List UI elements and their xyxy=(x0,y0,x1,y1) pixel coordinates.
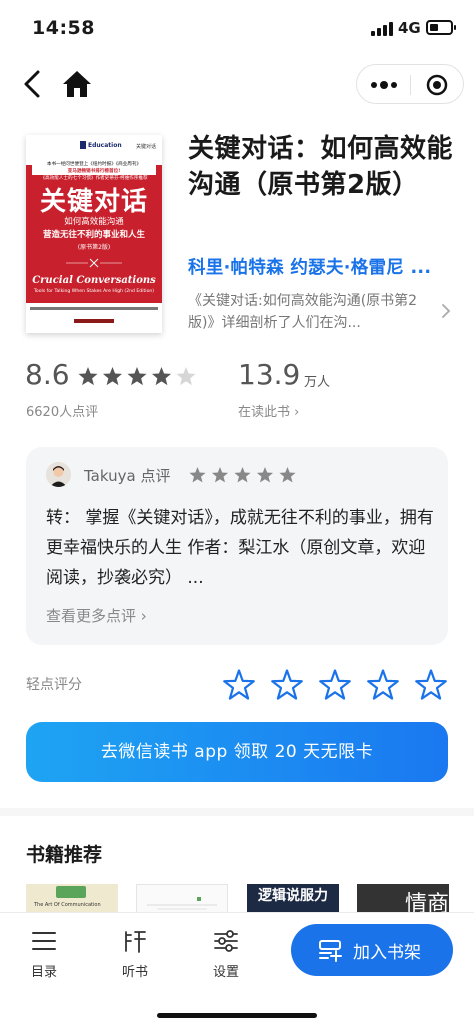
cover-subtitle-2: 营造无往不利的事业和人生 xyxy=(42,230,145,240)
cover-tag: 关键对话 xyxy=(135,144,156,150)
cover-subtitle-1: 如何高效能沟通 xyxy=(64,217,124,227)
rating-count: 6620人点评 xyxy=(26,405,99,420)
recommend-book-4[interactable]: 情商 xyxy=(357,884,449,914)
more-button[interactable] xyxy=(357,65,410,105)
cover-authors-line xyxy=(30,307,158,310)
recommend-book-4-label: 情商 xyxy=(405,892,449,914)
back-button[interactable] xyxy=(20,68,48,100)
tab-listen[interactable]: 听书 xyxy=(108,927,162,989)
tab-catalog-label: 目录 xyxy=(30,965,57,980)
settings-icon xyxy=(214,930,238,952)
rating-stars xyxy=(78,367,196,386)
star-icon xyxy=(234,467,251,483)
recommend-book-3-label: 逻辑说服力 xyxy=(258,888,328,904)
publisher-logo-icon xyxy=(80,141,86,149)
star-icon xyxy=(78,367,98,386)
home-icon xyxy=(63,71,91,97)
cover-blurb-2: 亚马逊畅销书排行榜首位! xyxy=(32,168,156,175)
add-to-shelf-button[interactable]: 加入书架 xyxy=(291,924,453,976)
star-icon xyxy=(102,367,123,386)
star-icon xyxy=(151,367,172,386)
cover-english-title: Crucial Conversations xyxy=(32,275,156,286)
more-reviews-link[interactable]: 查看更多点评 › xyxy=(46,605,147,626)
tab-settings-label: 设置 xyxy=(212,965,239,980)
avatar xyxy=(46,462,71,487)
cover-ornament-icon xyxy=(66,258,122,268)
target-icon xyxy=(426,74,448,96)
review-text: 转： 掌握《关键对话》，成就无往不利的事业，拥有更幸福快乐的人生 作者：梨江水（… xyxy=(46,508,434,588)
star-icon xyxy=(176,367,196,386)
status-time: 14:58 xyxy=(32,17,95,39)
chevron-right-icon[interactable] xyxy=(440,302,452,320)
tab-catalog[interactable]: 目录 xyxy=(17,927,71,989)
readers-link[interactable]: 在读此书 › xyxy=(238,401,299,420)
rating-score: 8.6 xyxy=(25,358,70,391)
readers-count: 13.9 xyxy=(238,358,301,391)
cover-english-subtitle: Tools for Talking When Stakes Are High (… xyxy=(33,289,155,294)
star-icon xyxy=(279,467,296,483)
tab-settings[interactable]: 设置 xyxy=(199,927,253,989)
listen-icon xyxy=(125,931,146,953)
rate-star-1-icon[interactable] xyxy=(222,668,256,702)
cover-bottom-band xyxy=(26,303,162,333)
book-description[interactable]: 《关键对话:如何高效能沟通(原书第2版)》详细剖析了人们在沟... xyxy=(188,290,434,334)
star-icon xyxy=(127,367,147,386)
add-to-shelf-label: 加入书架 xyxy=(353,943,421,963)
recommend-book-1-label: The Art Of Communication xyxy=(34,902,101,908)
cover-art xyxy=(147,897,217,910)
recommend-book-2[interactable] xyxy=(136,884,228,914)
more-dots-icon xyxy=(371,81,397,89)
rate-star-3-icon[interactable] xyxy=(318,668,352,702)
rate-star-2-icon[interactable] xyxy=(270,668,304,702)
bottom-bar: 目录 听书 设置 加入书架 xyxy=(0,912,474,1026)
cover-badge xyxy=(56,886,86,898)
home-button[interactable] xyxy=(60,68,94,100)
open-app-button[interactable]: 去微信读书 app 领取 20 天无限卡 xyxy=(26,722,448,782)
cover-edition: (原书第2版) xyxy=(77,244,111,251)
cover-brand: Education xyxy=(88,142,122,149)
cover-title: 关键对话 xyxy=(39,187,148,217)
signal-icon xyxy=(371,22,393,36)
section-divider xyxy=(0,808,474,816)
book-author[interactable]: 科里·帕特森 约瑟夫·格雷尼 ... xyxy=(188,254,458,279)
rate-star-4-icon[interactable] xyxy=(366,668,400,702)
mini-program-capsule xyxy=(356,64,464,104)
star-icon xyxy=(256,467,274,483)
star-icon xyxy=(211,467,229,483)
recommend-book-1[interactable]: The Art Of Communication xyxy=(26,884,118,914)
review-stars xyxy=(189,467,296,483)
shelf-add-icon xyxy=(319,940,342,962)
tab-listen-label: 听书 xyxy=(121,965,148,980)
reviewer-name: Takuya 点评 xyxy=(84,467,171,485)
star-icon xyxy=(189,467,206,483)
nav-bar xyxy=(0,56,474,112)
close-miniprogram-button[interactable] xyxy=(411,65,464,105)
status-bar: 14:58 4G xyxy=(0,0,474,56)
book-cover[interactable]: Education 关键对话 本书一经问世便登上《纽约时报》《商业周刊》 亚马逊… xyxy=(26,135,162,333)
recommend-title: 书籍推荐 xyxy=(26,844,103,866)
readers-unit: 万人 xyxy=(304,375,331,390)
cover-publisher-mark xyxy=(74,319,114,323)
review-card[interactable]: Takuya 点评 转： 掌握《关键对话》，成就无往不利的事业，拥有更幸福快乐的… xyxy=(26,447,448,645)
battery-icon xyxy=(426,20,456,35)
list-icon xyxy=(32,932,56,950)
book-title: 关键对话：如何高效能沟通（原书第2版） xyxy=(188,134,454,200)
home-indicator xyxy=(157,1013,317,1018)
network-type: 4G xyxy=(398,19,421,37)
recommend-book-3[interactable]: 逻辑说服力 xyxy=(247,884,339,914)
chevron-left-icon xyxy=(24,70,40,98)
rate-star-5-icon[interactable] xyxy=(414,668,448,702)
quick-rate-label: 轻点评分 xyxy=(26,677,82,693)
